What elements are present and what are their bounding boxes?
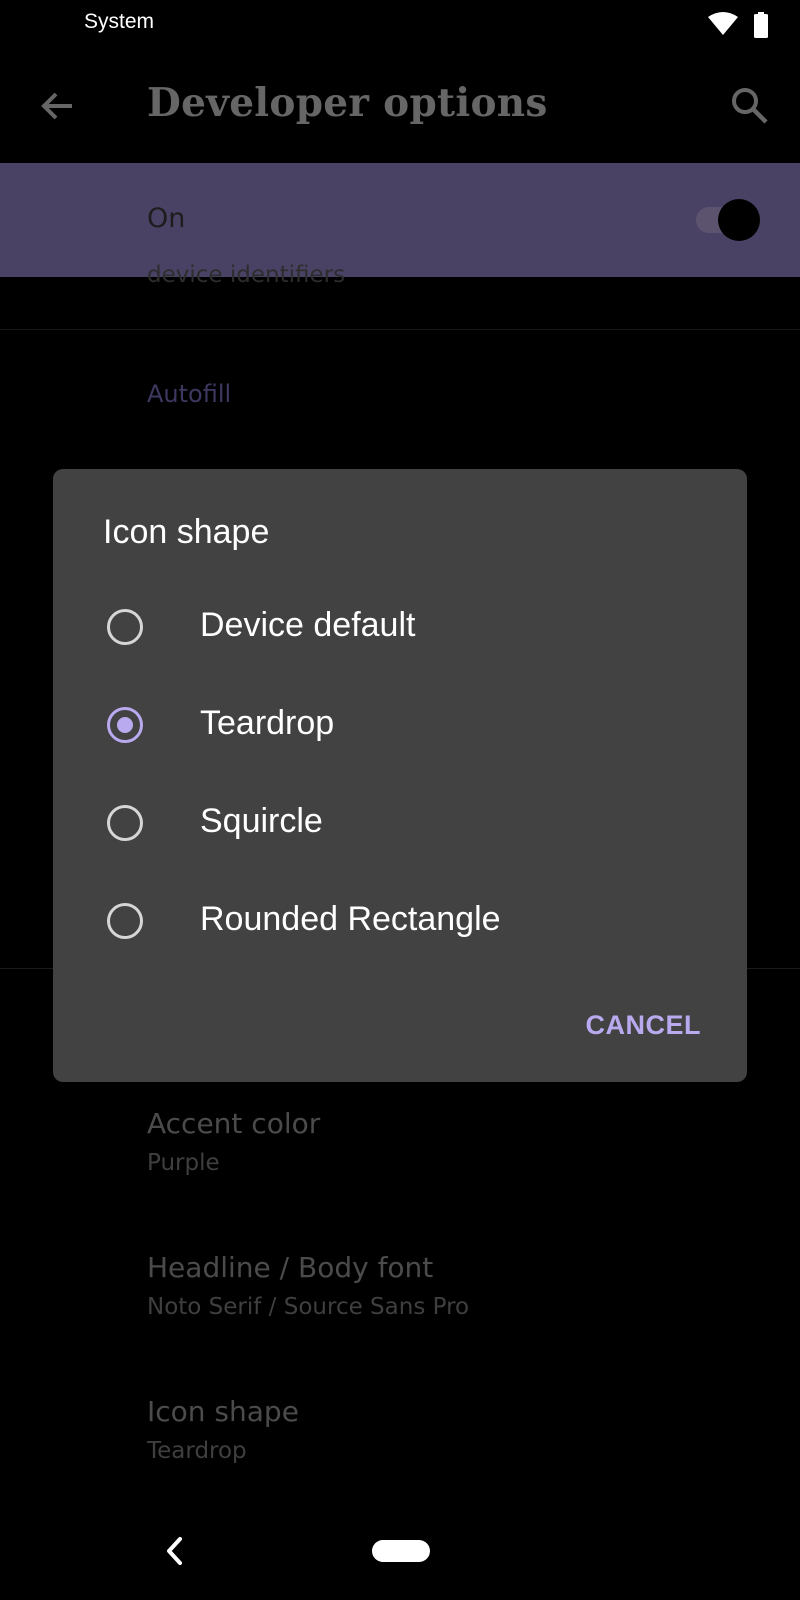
option-label: Device default xyxy=(200,606,416,644)
option-label: Rounded Rectangle xyxy=(200,900,501,938)
status-label: System xyxy=(84,10,155,33)
section-header-autofill: Autofill xyxy=(147,380,232,408)
cancel-button[interactable]: CANCEL xyxy=(586,1010,702,1041)
list-item-value: Teardrop xyxy=(147,1438,247,1464)
master-switch-label: On xyxy=(147,203,186,234)
radio-button-selected[interactable] xyxy=(107,707,143,743)
status-bar: System xyxy=(0,0,800,50)
list-item-value: Noto Serif / Source Sans Pro xyxy=(147,1294,470,1320)
partial-item-subtitle: device identifiers xyxy=(147,262,346,288)
radio-dot xyxy=(117,717,133,733)
battery-icon xyxy=(754,12,768,38)
radio-button[interactable] xyxy=(107,805,143,841)
option-teardrop[interactable]: Teardrop xyxy=(53,679,747,777)
nav-back-icon[interactable] xyxy=(162,1533,186,1569)
radio-button[interactable] xyxy=(107,609,143,645)
back-arrow-icon[interactable] xyxy=(36,84,80,128)
screen: System Developer options On device ident… xyxy=(0,0,800,1600)
radio-button[interactable] xyxy=(107,903,143,939)
icon-shape-dialog: Icon shape Device default Teardrop Squir… xyxy=(53,469,747,1082)
page-title: Developer options xyxy=(147,80,548,126)
divider xyxy=(0,329,800,330)
option-device-default[interactable]: Device default xyxy=(53,581,747,679)
toolbar: Developer options xyxy=(0,50,800,163)
wifi-icon xyxy=(708,12,738,35)
dialog-title: Icon shape xyxy=(103,513,270,551)
option-label: Teardrop xyxy=(200,704,335,742)
list-item-title: Headline / Body font xyxy=(147,1251,434,1284)
search-icon[interactable] xyxy=(728,84,772,128)
option-label: Squircle xyxy=(200,802,323,840)
list-item-value: Purple xyxy=(147,1150,220,1176)
list-item-title: Accent color xyxy=(147,1107,321,1140)
developer-options-master-switch[interactable]: On xyxy=(0,163,800,277)
option-squircle[interactable]: Squircle xyxy=(53,777,747,875)
nav-home-pill[interactable] xyxy=(372,1540,430,1562)
list-item-title: Icon shape xyxy=(147,1395,299,1428)
switch-thumb[interactable] xyxy=(718,199,760,241)
option-rounded-rectangle[interactable]: Rounded Rectangle xyxy=(53,875,747,973)
